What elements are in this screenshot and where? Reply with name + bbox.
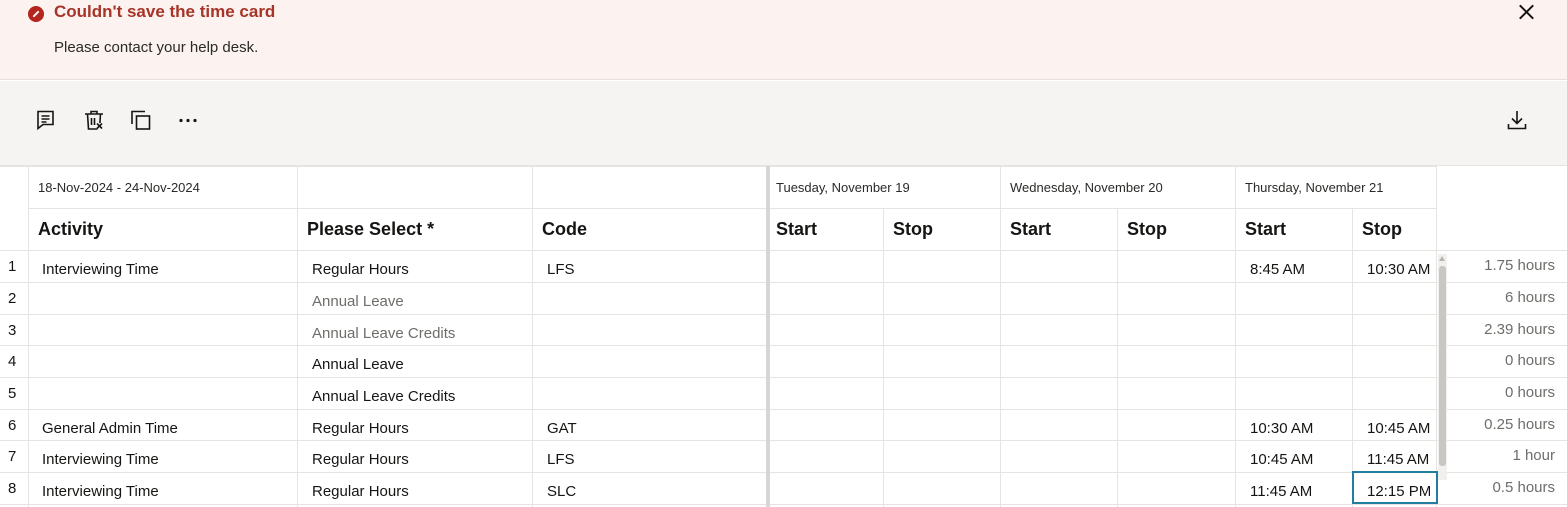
column-header-start[interactable]: Start: [1010, 208, 1051, 250]
code-cell[interactable]: LFS: [547, 261, 575, 278]
pay-type-cell[interactable]: Regular Hours: [312, 261, 409, 278]
thursday-start-cell[interactable]: 8:45 AM: [1250, 261, 1305, 278]
comment-icon[interactable]: [34, 108, 58, 132]
column-header-stop[interactable]: Stop: [1127, 208, 1167, 250]
row-total-hours: 0 hours: [1504, 384, 1555, 401]
copy-icon[interactable]: [129, 108, 153, 132]
column-header-stop[interactable]: Stop: [893, 208, 933, 250]
code-cell[interactable]: GAT: [547, 420, 577, 437]
period-range: 18-Nov-2024 - 24-Nov-2024: [38, 179, 200, 195]
grid-line: [0, 166, 1436, 167]
thursday-stop-cell[interactable]: 11:45 AM: [1367, 451, 1435, 468]
column-header-activity[interactable]: Activity: [38, 208, 103, 250]
thursday-stop-cell[interactable]: 10:45 AM: [1367, 420, 1435, 437]
scroll-up-arrow-icon[interactable]: [1439, 256, 1445, 261]
focused-cell-outline: [1352, 471, 1438, 504]
delete-icon[interactable]: [82, 108, 106, 132]
activity-cell[interactable]: Interviewing Time: [42, 451, 159, 468]
row-total-hours: 2.39 hours: [1484, 321, 1555, 338]
thursday-stop-cell[interactable]: 10:30 AM: [1367, 261, 1435, 278]
row-number: 2: [8, 290, 17, 307]
thursday-start-cell[interactable]: 11:45 AM: [1250, 483, 1312, 500]
row-total-hours: 0.5 hours: [1492, 479, 1555, 496]
activity-cell[interactable]: Interviewing Time: [42, 483, 159, 500]
table-row[interactable]: 7 Interviewing Time Regular Hours LFS 10…: [0, 442, 1567, 474]
row-number: 7: [8, 448, 17, 465]
scrollbar-thumb[interactable]: [1439, 266, 1446, 466]
column-header-please-select[interactable]: Please Select *: [307, 208, 434, 250]
table-row[interactable]: 5 Annual Leave Credits 0 hours: [0, 379, 1567, 411]
activity-cell[interactable]: General Admin Time: [42, 420, 178, 437]
activity-cell[interactable]: Interviewing Time: [42, 261, 159, 278]
row-number: 6: [8, 417, 17, 434]
row-total-hours: 0 hours: [1504, 352, 1555, 369]
pay-type-cell[interactable]: Regular Hours: [312, 420, 409, 437]
day-header-thursday: Thursday, November 21: [1245, 179, 1384, 195]
table-row[interactable]: 6 General Admin Time Regular Hours GAT 1…: [0, 411, 1567, 443]
time-entry-grid: 18-Nov-2024 - 24-Nov-2024 Tuesday, Novem…: [0, 166, 1567, 507]
error-title: Couldn't save the time card: [54, 2, 276, 21]
thursday-start-cell[interactable]: 10:45 AM: [1250, 451, 1313, 468]
day-header-tuesday: Tuesday, November 19: [776, 179, 910, 195]
pay-type-cell[interactable]: Annual Leave Credits: [312, 325, 455, 342]
table-row[interactable]: 8 Interviewing Time Regular Hours SLC 11…: [0, 474, 1567, 506]
toolbar: [0, 81, 1567, 166]
table-row[interactable]: 3 Annual Leave Credits 2.39 hours: [0, 316, 1567, 348]
more-icon[interactable]: [176, 108, 200, 132]
thursday-start-cell[interactable]: 10:30 AM: [1250, 420, 1313, 437]
grid-line: [0, 250, 1567, 251]
pay-type-cell[interactable]: Annual Leave: [312, 356, 404, 373]
row-number: 3: [8, 322, 17, 339]
row-number: 5: [8, 385, 17, 402]
row-total-hours: 1.75 hours: [1484, 257, 1555, 274]
row-number: 1: [8, 258, 17, 275]
pay-type-cell[interactable]: Regular Hours: [312, 451, 409, 468]
time-card-page: Couldn't save the time card Please conta…: [0, 0, 1567, 507]
error-icon: [28, 6, 44, 22]
column-header-start[interactable]: Start: [1245, 208, 1286, 250]
close-icon[interactable]: [1514, 1, 1540, 25]
row-total-hours: 1 hour: [1512, 447, 1555, 464]
day-header-wednesday: Wednesday, November 20: [1010, 179, 1163, 195]
table-row[interactable]: 4 Annual Leave 0 hours: [0, 347, 1567, 379]
row-number: 8: [8, 480, 17, 497]
error-message: Please contact your help desk.: [54, 39, 259, 56]
vertical-scrollbar[interactable]: [1438, 254, 1447, 480]
error-banner: Couldn't save the time card Please conta…: [0, 0, 1567, 80]
code-cell[interactable]: SLC: [547, 483, 576, 500]
grid-line: [28, 208, 1436, 209]
row-total-hours: 0.25 hours: [1484, 416, 1555, 433]
row-total-hours: 6 hours: [1504, 289, 1555, 306]
table-row[interactable]: 2 Annual Leave 6 hours: [0, 284, 1567, 316]
column-header-stop[interactable]: Stop: [1362, 208, 1402, 250]
pay-type-cell[interactable]: Annual Leave Credits: [312, 388, 455, 405]
row-number: 4: [8, 353, 17, 370]
download-icon[interactable]: [1505, 108, 1529, 132]
column-header-start[interactable]: Start: [776, 208, 817, 250]
pay-type-cell[interactable]: Regular Hours: [312, 483, 409, 500]
pay-type-cell[interactable]: Annual Leave: [312, 293, 404, 310]
table-row[interactable]: 1 Interviewing Time Regular Hours LFS 8:…: [0, 252, 1567, 284]
code-cell[interactable]: LFS: [547, 451, 575, 468]
column-header-code[interactable]: Code: [542, 208, 587, 250]
